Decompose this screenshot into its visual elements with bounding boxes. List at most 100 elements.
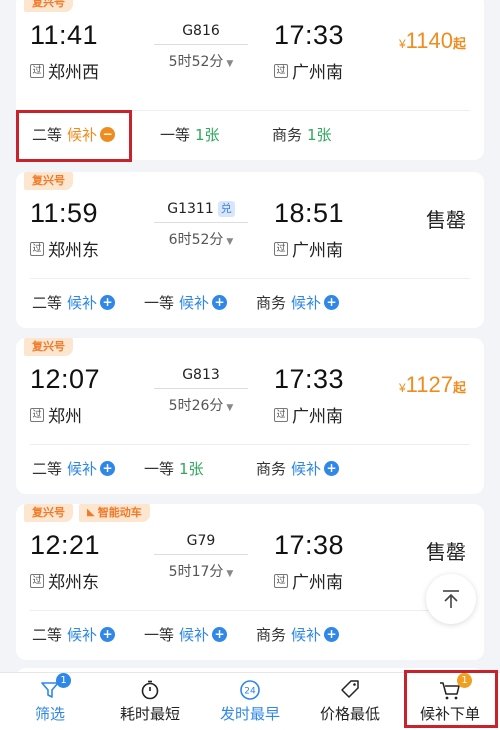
train-info: G1311 兑 6时52分 ▼	[146, 198, 256, 249]
arrival-station: 过 广州南	[274, 236, 343, 261]
departure-time: 11:59	[30, 198, 99, 228]
divider	[30, 444, 470, 445]
seat-count: 1张	[307, 126, 332, 144]
lowest-price-tab[interactable]: 价格最低	[300, 673, 400, 730]
price: ¥1140起	[399, 28, 466, 54]
seat-class: 一等	[144, 460, 175, 478]
train-number-text: G1311	[167, 201, 214, 217]
waitlist-text: 候补	[179, 626, 210, 644]
price: ¥1127起	[399, 372, 466, 398]
pass-badge: 过	[274, 241, 288, 256]
waitlist-status[interactable]: 候补 +	[67, 458, 116, 479]
departure-station: 过 郑州东	[30, 568, 99, 593]
waitlist-text: 候补	[67, 294, 98, 312]
pass-badge: 过	[30, 241, 44, 256]
train-tags: 复兴号 ◣ 智能动车	[24, 504, 150, 522]
plus-icon[interactable]: +	[100, 295, 116, 310]
shortest-duration-tab[interactable]: 耗时最短	[100, 673, 200, 730]
fuxing-tag: 复兴号	[24, 338, 73, 356]
smart-emu-text: 智能动车	[97, 506, 142, 519]
seat-class: 二等	[32, 294, 63, 312]
seat-business-class[interactable]: 商务 1张	[272, 124, 332, 145]
waitlist-status[interactable]: 候补 +	[67, 292, 116, 313]
pass-badge: 过	[30, 407, 44, 422]
arrow-up-icon	[443, 590, 459, 608]
plus-icon[interactable]: +	[324, 627, 340, 642]
shortest-duration-label: 耗时最短	[119, 705, 180, 723]
train-card-g79[interactable]: 复兴号 ◣ 智能动车 12:21 过 郑州东 G79 5时17分 ▼ 17:38 过…	[16, 504, 484, 660]
plus-icon[interactable]: +	[100, 461, 116, 476]
plus-icon[interactable]: +	[324, 295, 340, 310]
seat-first-class[interactable]: 一等 1张	[144, 458, 256, 479]
seat-class: 二等	[32, 626, 63, 644]
departure-station-name: 郑州	[48, 407, 82, 427]
filter-icon-wrap: 1	[39, 673, 71, 703]
plus-icon[interactable]: +	[212, 295, 228, 310]
clock-24-icon-wrap: 24	[238, 677, 262, 703]
plus-icon[interactable]: +	[324, 461, 340, 476]
departure-station-name: 郑州东	[48, 573, 99, 593]
pass-badge: 过	[274, 407, 288, 422]
chevron-down-icon: ▼	[226, 403, 234, 413]
duration-text: 5时26分	[168, 398, 224, 414]
chevron-down-icon: ▼	[226, 569, 234, 579]
seat-second-class[interactable]: 二等 候补 +	[32, 458, 144, 479]
divider	[30, 278, 470, 279]
price-symbol: ¥	[398, 37, 406, 51]
departure-time: 12:07	[30, 364, 101, 394]
departure-time: 12:21	[30, 530, 101, 560]
duration[interactable]: 5时52分 ▼	[146, 51, 256, 71]
chevron-down-icon: ▼	[226, 237, 234, 247]
arrival-time: 17:38	[274, 530, 345, 560]
seat-business-class[interactable]: 商务 候补 +	[256, 458, 340, 479]
route-line	[154, 388, 248, 389]
plus-icon[interactable]: +	[100, 627, 116, 642]
train-icon: ◣	[87, 507, 95, 518]
seat-first-class[interactable]: 一等 候补 +	[144, 292, 256, 313]
train-number: G79	[186, 533, 216, 549]
waitlist-text: 候补	[67, 460, 98, 478]
chevron-down-icon: ▼	[226, 59, 234, 69]
waitlist-status[interactable]: 候补 +	[67, 624, 116, 645]
seat-second-class[interactable]: 二等 候补 +	[32, 624, 144, 645]
plus-icon[interactable]: +	[212, 627, 228, 642]
seat-first-class[interactable]: 一等 候补 +	[144, 624, 256, 645]
back-to-top-button[interactable]	[426, 574, 476, 624]
arrival-station: 过 广州南	[274, 402, 343, 427]
train-info: G813 5时26分 ▼	[146, 364, 256, 415]
seat-second-class[interactable]: 二等 候补 +	[32, 292, 144, 313]
duration-text: 6时52分	[168, 232, 224, 248]
route-line	[154, 554, 248, 555]
seat-row: 二等 候补 + 一等 候补 + 商务 候补 +	[32, 292, 470, 313]
filter-count-badge: 1	[56, 673, 71, 688]
waitlist-status[interactable]: 候补 +	[291, 292, 340, 313]
seat-row: 二等 候补 + 一等 候补 + 商务 候补 +	[32, 624, 470, 645]
train-card-g813[interactable]: 复兴号 12:07 过 郑州 G813 5时26分 ▼ 17:33 过 广州南 ¥…	[16, 338, 484, 494]
train-tags: 复兴号	[24, 172, 73, 190]
lowest-price-label: 价格最低	[319, 705, 380, 723]
highlight-box	[404, 670, 498, 728]
waitlist-status[interactable]: 候补 +	[179, 624, 228, 645]
train-card-g1311[interactable]: 复兴号 11:59 过 郑州东 G1311 兑 6时52分 ▼ 18:51 过 广州…	[16, 172, 484, 328]
duration[interactable]: 5时26分 ▼	[146, 395, 256, 415]
seat-business-class[interactable]: 商务 候补 +	[256, 292, 340, 313]
seat-count: 1张	[195, 126, 220, 144]
seat-class: 商务	[256, 460, 287, 478]
departure-station: 过 郑州西	[30, 58, 99, 83]
price-unit: 起	[452, 380, 466, 395]
duration[interactable]: 5时17分 ▼	[146, 561, 256, 581]
earliest-departure-tab[interactable]: 24 发时最早	[200, 673, 300, 730]
waitlist-status[interactable]: 候补 +	[291, 458, 340, 479]
train-tags: 复兴号	[24, 0, 73, 12]
seat-class: 商务	[256, 626, 287, 644]
duration[interactable]: 6时52分 ▼	[146, 229, 256, 249]
train-tags: 复兴号	[24, 338, 73, 356]
seat-business-class[interactable]: 商务 候补 +	[256, 624, 340, 645]
waitlist-status[interactable]: 候补 +	[179, 292, 228, 313]
train-list[interactable]: 复兴号 11:41 过 郑州西 G816 5时52分 ▼ 17:33 过 广州南 …	[0, 0, 500, 672]
seat-first-class[interactable]: 一等 1张	[160, 124, 272, 145]
seat-class: 一等	[160, 126, 191, 144]
waitlist-status[interactable]: 候补 +	[291, 624, 340, 645]
stopwatch-icon	[141, 680, 159, 700]
filter-tab[interactable]: 1 筛选	[0, 673, 100, 730]
